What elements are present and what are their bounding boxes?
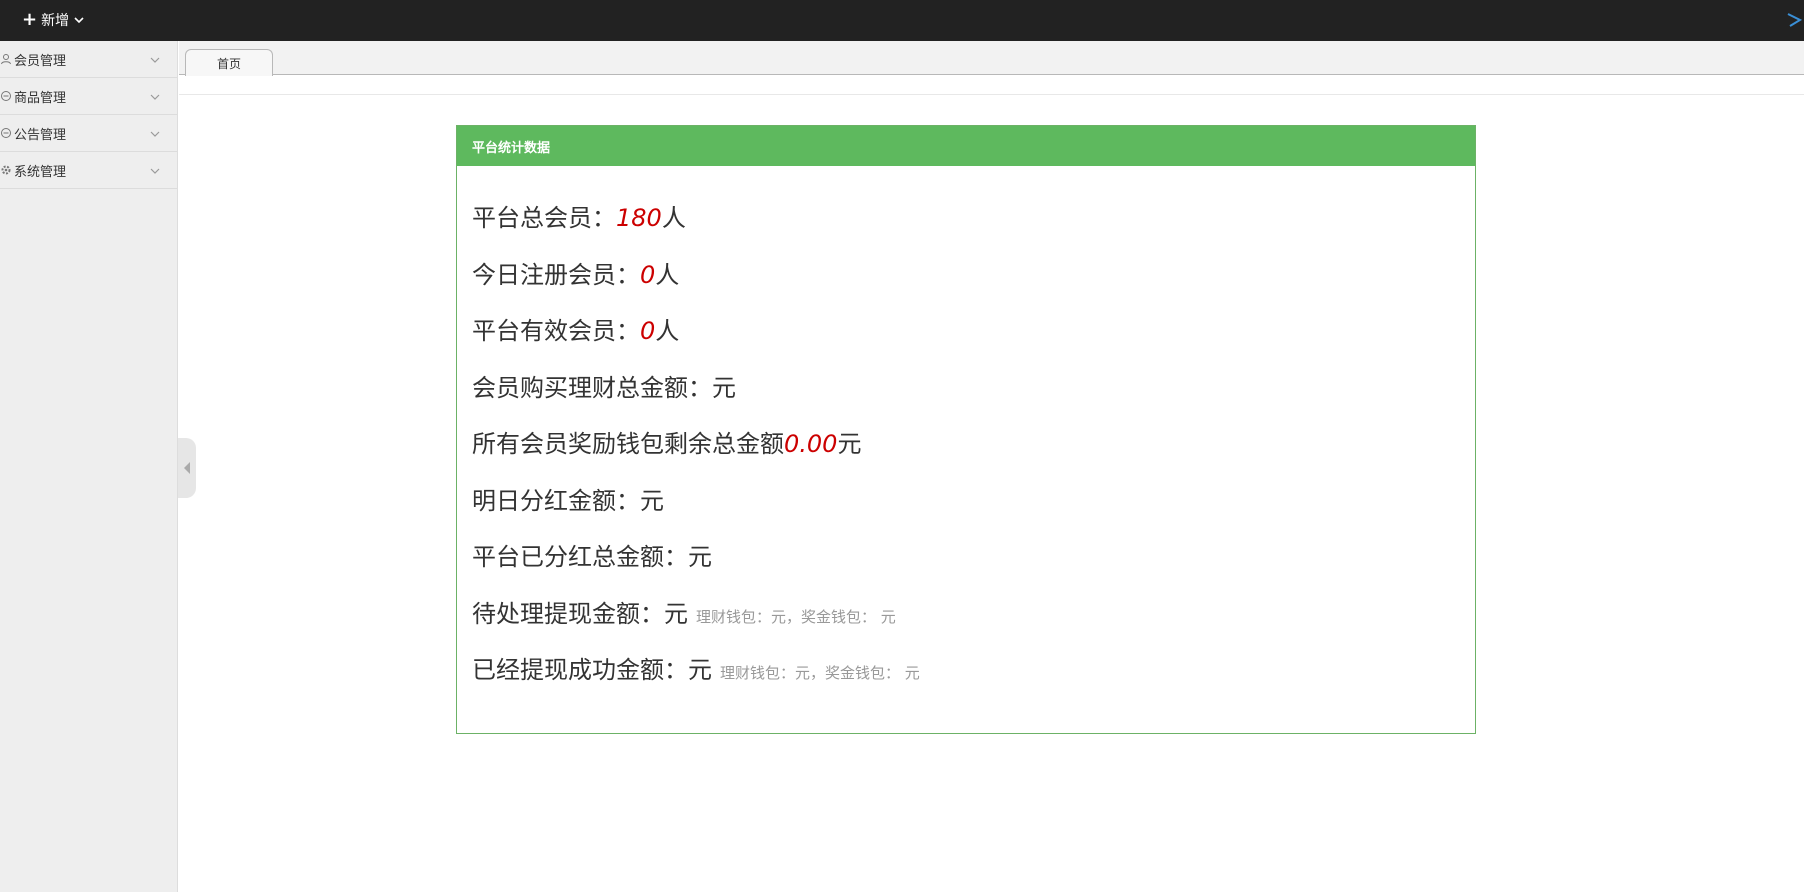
stat-unit: 元 — [688, 656, 712, 684]
tab-home[interactable]: 首页 — [185, 49, 273, 76]
stat-detail: 理财钱包：元，奖金钱包： 元 — [696, 607, 896, 626]
stats-panel: 平台统计数据 平台总会员： 180 人 今日注册会员： 0 人 平台有效会员： 0 人 会员… — [456, 125, 1476, 734]
stat-pending-withdrawal: 待处理提现金额：元理财钱包：元，奖金钱包： 元 — [472, 594, 1460, 651]
stat-label: 平台有效会员： — [472, 317, 640, 345]
stat-unit: 人 — [661, 204, 686, 232]
sidebar-item-label: 商品管理 — [14, 90, 67, 106]
sidebar-item-goods[interactable]: 商品管理 — [0, 78, 177, 115]
sidebar-collapse-handle[interactable] — [178, 438, 196, 498]
tab-bar: 首页 — [179, 41, 1804, 76]
panel-title: 平台统计数据 — [457, 126, 1475, 166]
stat-unit: 元 — [688, 543, 712, 571]
chevron-down-icon — [150, 168, 160, 174]
stat-total-members: 平台总会员： 180 人 — [472, 198, 1460, 255]
panel-body: 平台总会员： 180 人 今日注册会员： 0 人 平台有效会员： 0 人 会员购买理财总金额… — [457, 166, 1475, 707]
chevron-down-icon — [150, 94, 160, 100]
stat-today-registered: 今日注册会员： 0 人 — [472, 255, 1460, 312]
sidebar-item-members[interactable]: 会员管理 — [0, 41, 177, 78]
stat-label: 明日分红金额： — [472, 486, 640, 515]
tab-label: 首页 — [216, 56, 241, 71]
stat-unit: 元 — [640, 486, 664, 515]
top-bar: + 新增 — [0, 0, 1804, 41]
corner-logo-icon — [1787, 13, 1803, 27]
stat-value: 180 — [616, 204, 662, 232]
stat-label: 平台总会员： — [472, 204, 616, 232]
stat-unit: 人 — [655, 317, 680, 345]
chevron-left-icon — [184, 462, 190, 474]
stat-tomorrow-dividend: 明日分红金额：元 — [472, 481, 1460, 538]
divider — [179, 94, 1804, 95]
stat-value: 0.00 — [784, 430, 838, 458]
chevron-down-icon — [74, 17, 84, 24]
stat-completed-withdrawal: 已经提现成功金额：元理财钱包：元，奖金钱包： 元 — [472, 650, 1460, 707]
chevron-down-icon — [150, 131, 160, 137]
stat-unit: 元 — [664, 599, 688, 628]
stat-value: 0 — [640, 317, 656, 345]
stat-total-dividend: 平台已分红总金额：元 — [472, 537, 1460, 594]
stat-unit: 人 — [655, 260, 680, 289]
gear-icon — [1, 165, 11, 175]
stat-label: 今日注册会员： — [472, 260, 640, 289]
stat-unit: 元 — [837, 430, 862, 458]
stat-label: 所有会员奖励钱包剩余总金额 — [472, 430, 784, 458]
stat-label: 平台已分红总金额： — [472, 543, 688, 571]
stat-active-members: 平台有效会员： 0 人 — [472, 311, 1460, 368]
add-new-menu[interactable]: + 新增 — [22, 8, 85, 32]
stat-label: 已经提现成功金额： — [472, 656, 688, 684]
notice-icon — [1, 128, 11, 138]
sidebar-item-notices[interactable]: 公告管理 — [0, 115, 177, 152]
goods-icon — [1, 91, 11, 101]
sidebar: 会员管理 商品管理 公告管理 系统管理 — [0, 41, 178, 892]
stat-reward-wallet-remaining: 所有会员奖励钱包剩余总金额 0.00 元 — [472, 424, 1460, 481]
add-new-label: 新增 — [41, 13, 70, 29]
stat-unit: 元 — [712, 373, 736, 402]
stat-value: 0 — [640, 260, 656, 289]
stat-label: 会员购买理财总金额： — [472, 373, 712, 402]
user-icon — [1, 54, 11, 65]
stat-purchase-total: 会员购买理财总金额：元 — [472, 368, 1460, 425]
stat-detail: 理财钱包：元，奖金钱包： 元 — [720, 664, 920, 682]
chevron-down-icon — [150, 57, 160, 63]
sidebar-item-label: 会员管理 — [14, 53, 67, 69]
plus-icon: + — [22, 9, 38, 30]
sidebar-item-label: 公告管理 — [14, 127, 67, 143]
sidebar-item-label: 系统管理 — [14, 164, 67, 180]
stat-label: 待处理提现金额： — [472, 599, 664, 628]
sidebar-item-system[interactable]: 系统管理 — [0, 152, 177, 189]
